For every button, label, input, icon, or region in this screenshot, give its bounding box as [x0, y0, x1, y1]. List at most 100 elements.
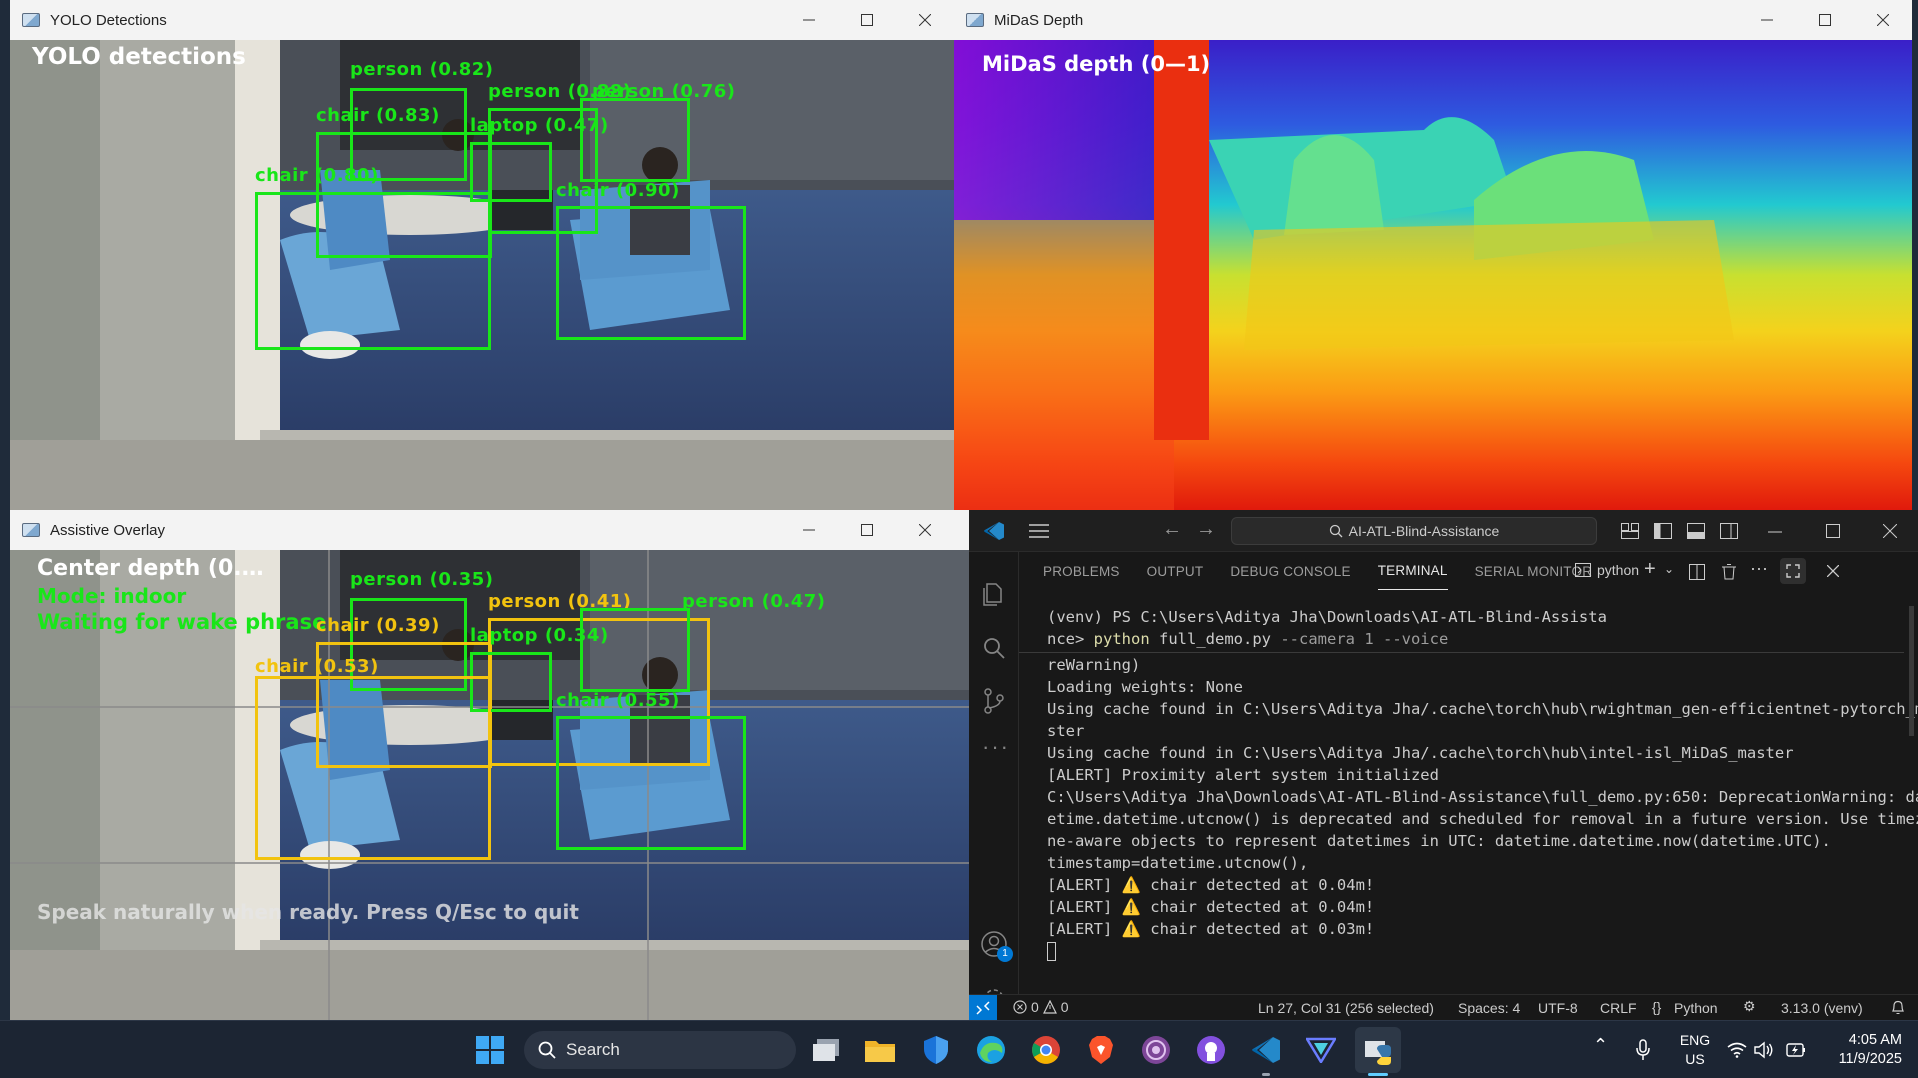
task-view-icon[interactable]	[810, 1034, 842, 1066]
chrome-browser-icon[interactable]	[1030, 1034, 1062, 1066]
maximize-panel-button[interactable]	[1780, 558, 1806, 584]
new-terminal-icon[interactable]: +	[1644, 558, 1656, 581]
midas-window[interactable]: MiDaS Depth MiDaS depth (0—1)	[954, 0, 1912, 510]
maximize-button[interactable]	[838, 510, 896, 550]
yolo-window[interactable]: YOLO Detections YOLO detections person (…	[10, 0, 954, 510]
terminal-alert-line: [ALERT] ⚠️ chair detected at 0.03m!	[1047, 920, 1375, 938]
minimize-icon[interactable]	[1768, 525, 1782, 539]
depth-map-image	[954, 40, 1912, 510]
close-icon	[919, 14, 931, 26]
terminal-name: python	[1597, 562, 1640, 578]
python-app-active[interactable]	[1355, 1027, 1401, 1073]
show-hidden-icons-chevron-icon[interactable]: ⌃	[1593, 1035, 1608, 1056]
assistive-camera-feed: Center depth (0.… Mode: indoor Waiting f…	[10, 550, 969, 1020]
terminal-command-line: nce> python full_demo.py --camera 1 --vo…	[1047, 628, 1448, 650]
search-icon	[1329, 524, 1343, 538]
close-button[interactable]	[896, 510, 954, 550]
close-icon[interactable]	[1883, 524, 1897, 538]
github-desktop-icon[interactable]	[1195, 1034, 1227, 1066]
midas-titlebar[interactable]: MiDaS Depth	[954, 0, 1912, 40]
window-title: YOLO Detections	[50, 11, 167, 29]
terminal-output-line: Using cache found in C:\Users\Aditya Jha…	[1047, 700, 1918, 718]
close-button[interactable]	[896, 0, 954, 40]
minimize-icon	[803, 529, 815, 531]
close-panel-icon[interactable]	[1827, 565, 1839, 577]
customize-layout-icon[interactable]	[1621, 523, 1639, 539]
chevron-down-icon[interactable]: ⌄	[1664, 562, 1674, 576]
more-views-icon[interactable]: ···	[982, 734, 1010, 760]
maximize-button[interactable]	[1796, 0, 1854, 40]
tor-browser-icon[interactable]	[1140, 1034, 1172, 1066]
clock[interactable]: 4:05 AM 11/9/2025	[1818, 1031, 1902, 1069]
windows-logo-icon	[476, 1036, 504, 1064]
maximize-icon[interactable]	[1826, 524, 1840, 538]
minimize-button[interactable]	[1738, 0, 1796, 40]
back-arrow-icon[interactable]: ←	[1162, 518, 1182, 541]
python-interpreter[interactable]: 3.13.0 (venv)	[1781, 1000, 1863, 1016]
toggle-sidebar-icon[interactable]	[1654, 523, 1672, 539]
brave-browser-icon[interactable]	[1085, 1034, 1117, 1066]
vpn-app-icon[interactable]	[1305, 1034, 1337, 1066]
menu-icon[interactable]	[1029, 523, 1049, 539]
indentation[interactable]: Spaces: 4	[1458, 1000, 1520, 1016]
region-code: US	[1685, 1051, 1705, 1067]
toggle-panel-icon[interactable]	[1687, 523, 1705, 539]
command-file: full_demo.py	[1149, 630, 1271, 648]
remote-indicator[interactable]	[969, 995, 997, 1020]
minimize-button[interactable]	[780, 510, 838, 550]
bbox-label: person (0.76)	[592, 81, 736, 102]
search-icon[interactable]	[982, 636, 1006, 660]
trash-icon[interactable]	[1722, 564, 1736, 580]
language-indicator[interactable]: ENG US	[1674, 1031, 1716, 1069]
tab-problems[interactable]: PROBLEMS	[1043, 552, 1120, 590]
vscode-taskbar-icon[interactable]	[1250, 1034, 1282, 1066]
depth-map: MiDaS depth (0—1)	[954, 40, 1912, 510]
terminal-scrollbar[interactable]	[1909, 606, 1914, 736]
maximize-button[interactable]	[838, 0, 896, 40]
start-button[interactable]	[474, 1034, 506, 1066]
windows-security-icon[interactable]	[920, 1034, 952, 1066]
terminal-panel[interactable]: (venv) PS C:\Users\Aditya Jha\Downloads\…	[1019, 590, 1918, 994]
volume-icon[interactable]	[1754, 1041, 1774, 1059]
python-window-icon	[1365, 1041, 1391, 1065]
vscode-titlebar[interactable]: ← → AI-ATL-Blind-Assistance	[969, 510, 1918, 552]
assistive-window[interactable]: Assistive Overlay Center depth (0.… Mode…	[10, 510, 969, 1020]
file-explorer-icon[interactable]	[864, 1034, 896, 1066]
taskbar-search[interactable]: Search	[524, 1031, 796, 1069]
maximize-icon	[861, 524, 873, 536]
language-mode[interactable]: Python	[1674, 1000, 1718, 1016]
explorer-icon[interactable]	[982, 582, 1006, 606]
terminal-instance[interactable]: python	[1575, 562, 1639, 578]
line-ending[interactable]: CRLF	[1600, 1000, 1637, 1016]
tab-terminal[interactable]: TERMINAL	[1377, 552, 1448, 590]
toggle-secondary-sidebar-icon[interactable]	[1720, 523, 1738, 539]
wifi-icon[interactable]	[1727, 1042, 1747, 1058]
close-button[interactable]	[1854, 0, 1912, 40]
battery-charging-icon[interactable]	[1784, 1041, 1806, 1059]
footer-instruction: Speak naturally when ready. Press Q/Esc …	[37, 900, 579, 924]
minimize-button[interactable]	[780, 0, 838, 40]
split-terminal-icon[interactable]	[1689, 564, 1705, 580]
source-control-icon[interactable]	[982, 688, 1006, 714]
close-icon	[919, 524, 931, 536]
copilot-icon[interactable]: ⚙	[1743, 998, 1756, 1015]
terminal-cursor	[1047, 942, 1056, 961]
notifications-bell-icon[interactable]	[1891, 1000, 1905, 1015]
bbox-chair	[255, 192, 491, 350]
edge-browser-icon[interactable]	[975, 1034, 1007, 1066]
encoding[interactable]: UTF-8	[1538, 1000, 1578, 1016]
vscode-window[interactable]: ← → AI-ATL-Blind-Assistance ··· 1 PROBLE…	[969, 510, 1918, 1020]
cursor-position[interactable]: Ln 27, Col 31 (256 selected)	[1258, 1000, 1434, 1016]
tab-debug-console[interactable]: DEBUG CONSOLE	[1230, 552, 1350, 590]
more-actions-icon[interactable]: ···	[1750, 558, 1768, 579]
forward-arrow-icon[interactable]: →	[1196, 518, 1216, 541]
terminal-output-line: C:\Users\Aditya Jha\Downloads\AI-ATL-Bli…	[1047, 788, 1918, 806]
maximize-panel-icon	[1786, 564, 1800, 578]
bbox-person	[580, 98, 690, 182]
assistive-titlebar[interactable]: Assistive Overlay	[10, 510, 969, 550]
yolo-titlebar[interactable]: YOLO Detections	[10, 0, 954, 40]
tab-output[interactable]: OUTPUT	[1147, 552, 1204, 590]
command-center-search[interactable]: AI-ATL-Blind-Assistance	[1231, 517, 1597, 545]
problems-indicator[interactable]: 0 0	[1013, 999, 1069, 1015]
microphone-icon[interactable]	[1635, 1039, 1651, 1061]
